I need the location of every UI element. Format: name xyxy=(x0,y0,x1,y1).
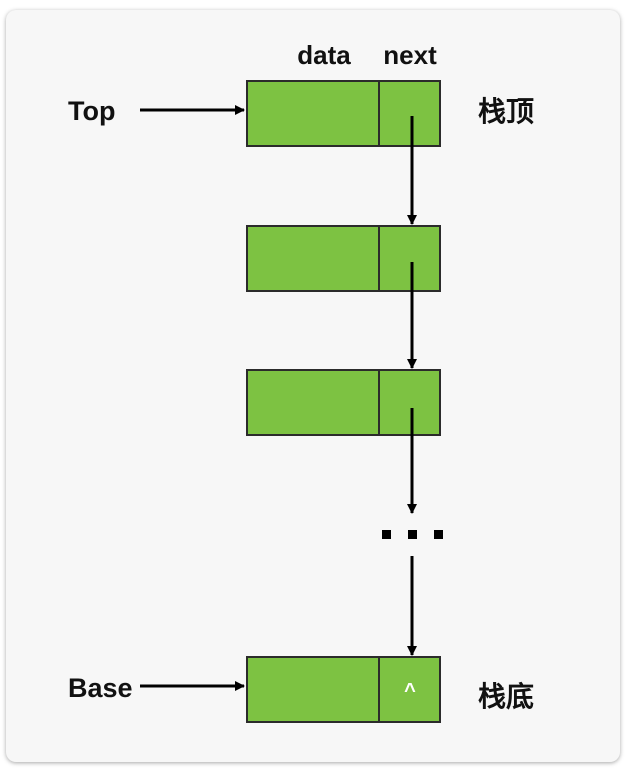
node-data-cell xyxy=(246,225,380,292)
node-next-cell xyxy=(378,225,441,292)
node-data-cell xyxy=(246,656,380,723)
stack-linked-list-diagram: data next ^ Top Base 栈顶 栈底 xyxy=(68,40,534,723)
stack-top-annotation: 栈顶 xyxy=(478,95,534,128)
ellipsis-dots xyxy=(382,530,443,539)
node-data-cell xyxy=(246,369,380,436)
node-next-cell xyxy=(378,80,441,147)
node-data-cell xyxy=(246,80,380,147)
data-column-label: data xyxy=(297,40,351,70)
stack-node-base: ^ xyxy=(246,656,441,723)
base-pointer-label: Base xyxy=(68,673,133,703)
stack-bottom-annotation: 栈底 xyxy=(478,680,534,713)
node-next-cell xyxy=(378,369,441,436)
next-column-label: next xyxy=(383,40,437,70)
null-pointer-marker: ^ xyxy=(404,680,416,702)
top-pointer-label: Top xyxy=(68,96,115,126)
